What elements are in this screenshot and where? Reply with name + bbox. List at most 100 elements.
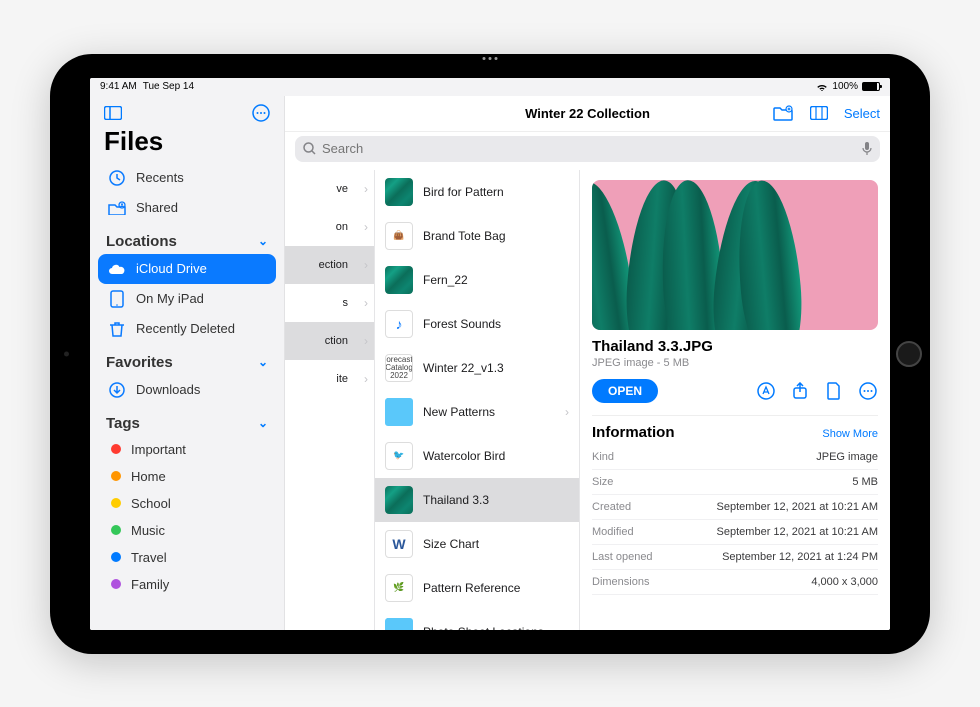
info-key: Dimensions: [592, 576, 649, 588]
image-thumbnail: 🌿: [385, 574, 413, 602]
search-icon: [303, 142, 316, 155]
folder-row[interactable]: s›: [285, 284, 374, 322]
file-row[interactable]: ♪ Forest Sounds: [375, 302, 579, 346]
folder-row[interactable]: ction›: [285, 322, 374, 360]
doc-thumbnail: ForecastsCatalog2022: [385, 354, 413, 382]
info-key: Last opened: [592, 551, 653, 563]
chevron-right-icon: ›: [364, 182, 368, 196]
info-row: ModifiedSeptember 12, 2021 at 10:21 AM: [592, 520, 878, 545]
sidebar-item-label: Important: [131, 442, 186, 457]
file-row[interactable]: New Patterns›: [375, 390, 579, 434]
sidebar-title: Files: [90, 126, 284, 163]
view-mode-icon[interactable]: [808, 102, 830, 124]
folder-row[interactable]: ve›: [285, 170, 374, 208]
file-row[interactable]: ForecastsCatalog2022 Winter 22_v1.3: [375, 346, 579, 390]
sidebar-item-shared[interactable]: Shared: [98, 193, 276, 223]
detail-panel: Thailand 3.3.JPG JPEG image - 5 MB OPEN …: [580, 170, 890, 630]
sidebar-item-label: Recents: [136, 170, 184, 185]
file-row[interactable]: Thailand 3.3: [375, 478, 579, 522]
sidebar-item-family[interactable]: Family: [98, 571, 276, 598]
sidebar-item-label: Home: [131, 469, 166, 484]
folder-icon: [385, 398, 413, 426]
file-row[interactable]: 🌿Pattern Reference: [375, 566, 579, 610]
file-row[interactable]: 👜Brand Tote Bag: [375, 214, 579, 258]
search-bar[interactable]: [295, 136, 880, 162]
info-heading: Information: [592, 424, 675, 441]
mic-icon[interactable]: [862, 142, 872, 156]
file-label: Winter 22_v1.3: [423, 361, 504, 375]
sidebar-item-on-my-ipad[interactable]: On My iPad: [98, 284, 276, 314]
page-title: Winter 22 Collection: [525, 106, 650, 121]
more-icon[interactable]: [250, 102, 272, 124]
home-button[interactable]: [896, 341, 922, 367]
info-value: 4,000 x 3,000: [811, 576, 878, 588]
clock-icon: [108, 169, 126, 187]
section-title: Favorites: [106, 354, 173, 371]
sidebar-item-important[interactable]: Important: [98, 436, 276, 463]
tag-dot-icon: [111, 579, 121, 589]
tag-dot-icon: [111, 552, 121, 562]
sidebar-item-label: Travel: [131, 550, 167, 565]
sidebar-toggle-icon[interactable]: [102, 102, 124, 124]
image-thumbnail: [385, 266, 413, 294]
image-thumbnail: [385, 486, 413, 514]
file-row[interactable]: Fern_22: [375, 258, 579, 302]
tag-dot-icon: [111, 498, 121, 508]
sidebar-item-label: Shared: [136, 200, 178, 215]
sidebar-item-school[interactable]: School: [98, 490, 276, 517]
share-icon[interactable]: [790, 381, 810, 401]
file-label: Bird for Pattern: [423, 185, 504, 199]
search-input[interactable]: [322, 141, 856, 156]
chevron-down-icon[interactable]: ⌄: [258, 234, 268, 248]
file-row[interactable]: 🐦Watercolor Bird: [375, 434, 579, 478]
file-row[interactable]: WSize Chart: [375, 522, 579, 566]
audio-icon: ♪: [385, 310, 413, 338]
chevron-right-icon: ›: [364, 258, 368, 272]
chevron-right-icon: ›: [364, 334, 368, 348]
more-actions-icon[interactable]: [858, 381, 878, 401]
section-header-tags[interactable]: Tags ⌄: [90, 405, 284, 436]
folder-row[interactable]: on›: [285, 208, 374, 246]
info-key: Created: [592, 501, 631, 513]
info-value: September 12, 2021 at 10:21 AM: [717, 526, 878, 538]
folder-icon: [385, 618, 413, 630]
sidebar-item-home[interactable]: Home: [98, 463, 276, 490]
file-row[interactable]: Bird for Pattern: [375, 170, 579, 214]
folder-label: ection: [319, 259, 348, 271]
sidebar-item-downloads[interactable]: Downloads: [98, 375, 276, 405]
info-row: KindJPEG image: [592, 445, 878, 470]
markup-icon[interactable]: [756, 381, 776, 401]
battery-percent: 100%: [832, 81, 858, 92]
folder-row[interactable]: ection ›: [285, 246, 374, 284]
sidebar-item-recently-deleted[interactable]: Recently Deleted: [98, 314, 276, 344]
chevron-right-icon: ›: [565, 405, 569, 419]
wifi-icon: [816, 83, 828, 91]
folder-label: s: [343, 297, 349, 309]
sidebar-item-recents[interactable]: Recents: [98, 163, 276, 193]
section-header-locations[interactable]: Locations⌄: [90, 223, 284, 254]
info-value: 5 MB: [852, 476, 878, 488]
open-button[interactable]: OPEN: [592, 379, 658, 403]
sidebar-item-travel[interactable]: Travel: [98, 544, 276, 571]
sidebar-item-music[interactable]: Music: [98, 517, 276, 544]
show-more-link[interactable]: Show More: [822, 428, 878, 440]
file-meta: JPEG image - 5 MB: [592, 357, 878, 369]
file-label: Forest Sounds: [423, 317, 501, 331]
section-header-favorites[interactable]: Favorites ⌄: [90, 344, 284, 375]
chevron-down-icon[interactable]: ⌄: [258, 355, 268, 369]
file-preview[interactable]: [592, 180, 878, 330]
folder-row[interactable]: ite›: [285, 360, 374, 398]
word-doc-icon: W: [385, 530, 413, 558]
section-title: Tags: [106, 415, 140, 432]
battery-icon: [862, 82, 880, 91]
info-value: September 12, 2021 at 1:24 PM: [722, 551, 878, 563]
document-icon[interactable]: [824, 381, 844, 401]
sidebar-item-icloud-drive[interactable]: iCloud Drive: [98, 254, 276, 284]
info-value: September 12, 2021 at 10:21 AM: [717, 501, 878, 513]
select-button[interactable]: Select: [844, 106, 880, 121]
file-row[interactable]: Photo Shoot Locations›: [375, 610, 579, 630]
chevron-right-icon: ›: [565, 625, 569, 630]
status-date: Tue Sep 14: [143, 81, 194, 92]
new-folder-icon[interactable]: [772, 102, 794, 124]
chevron-down-icon[interactable]: ⌄: [258, 416, 268, 430]
